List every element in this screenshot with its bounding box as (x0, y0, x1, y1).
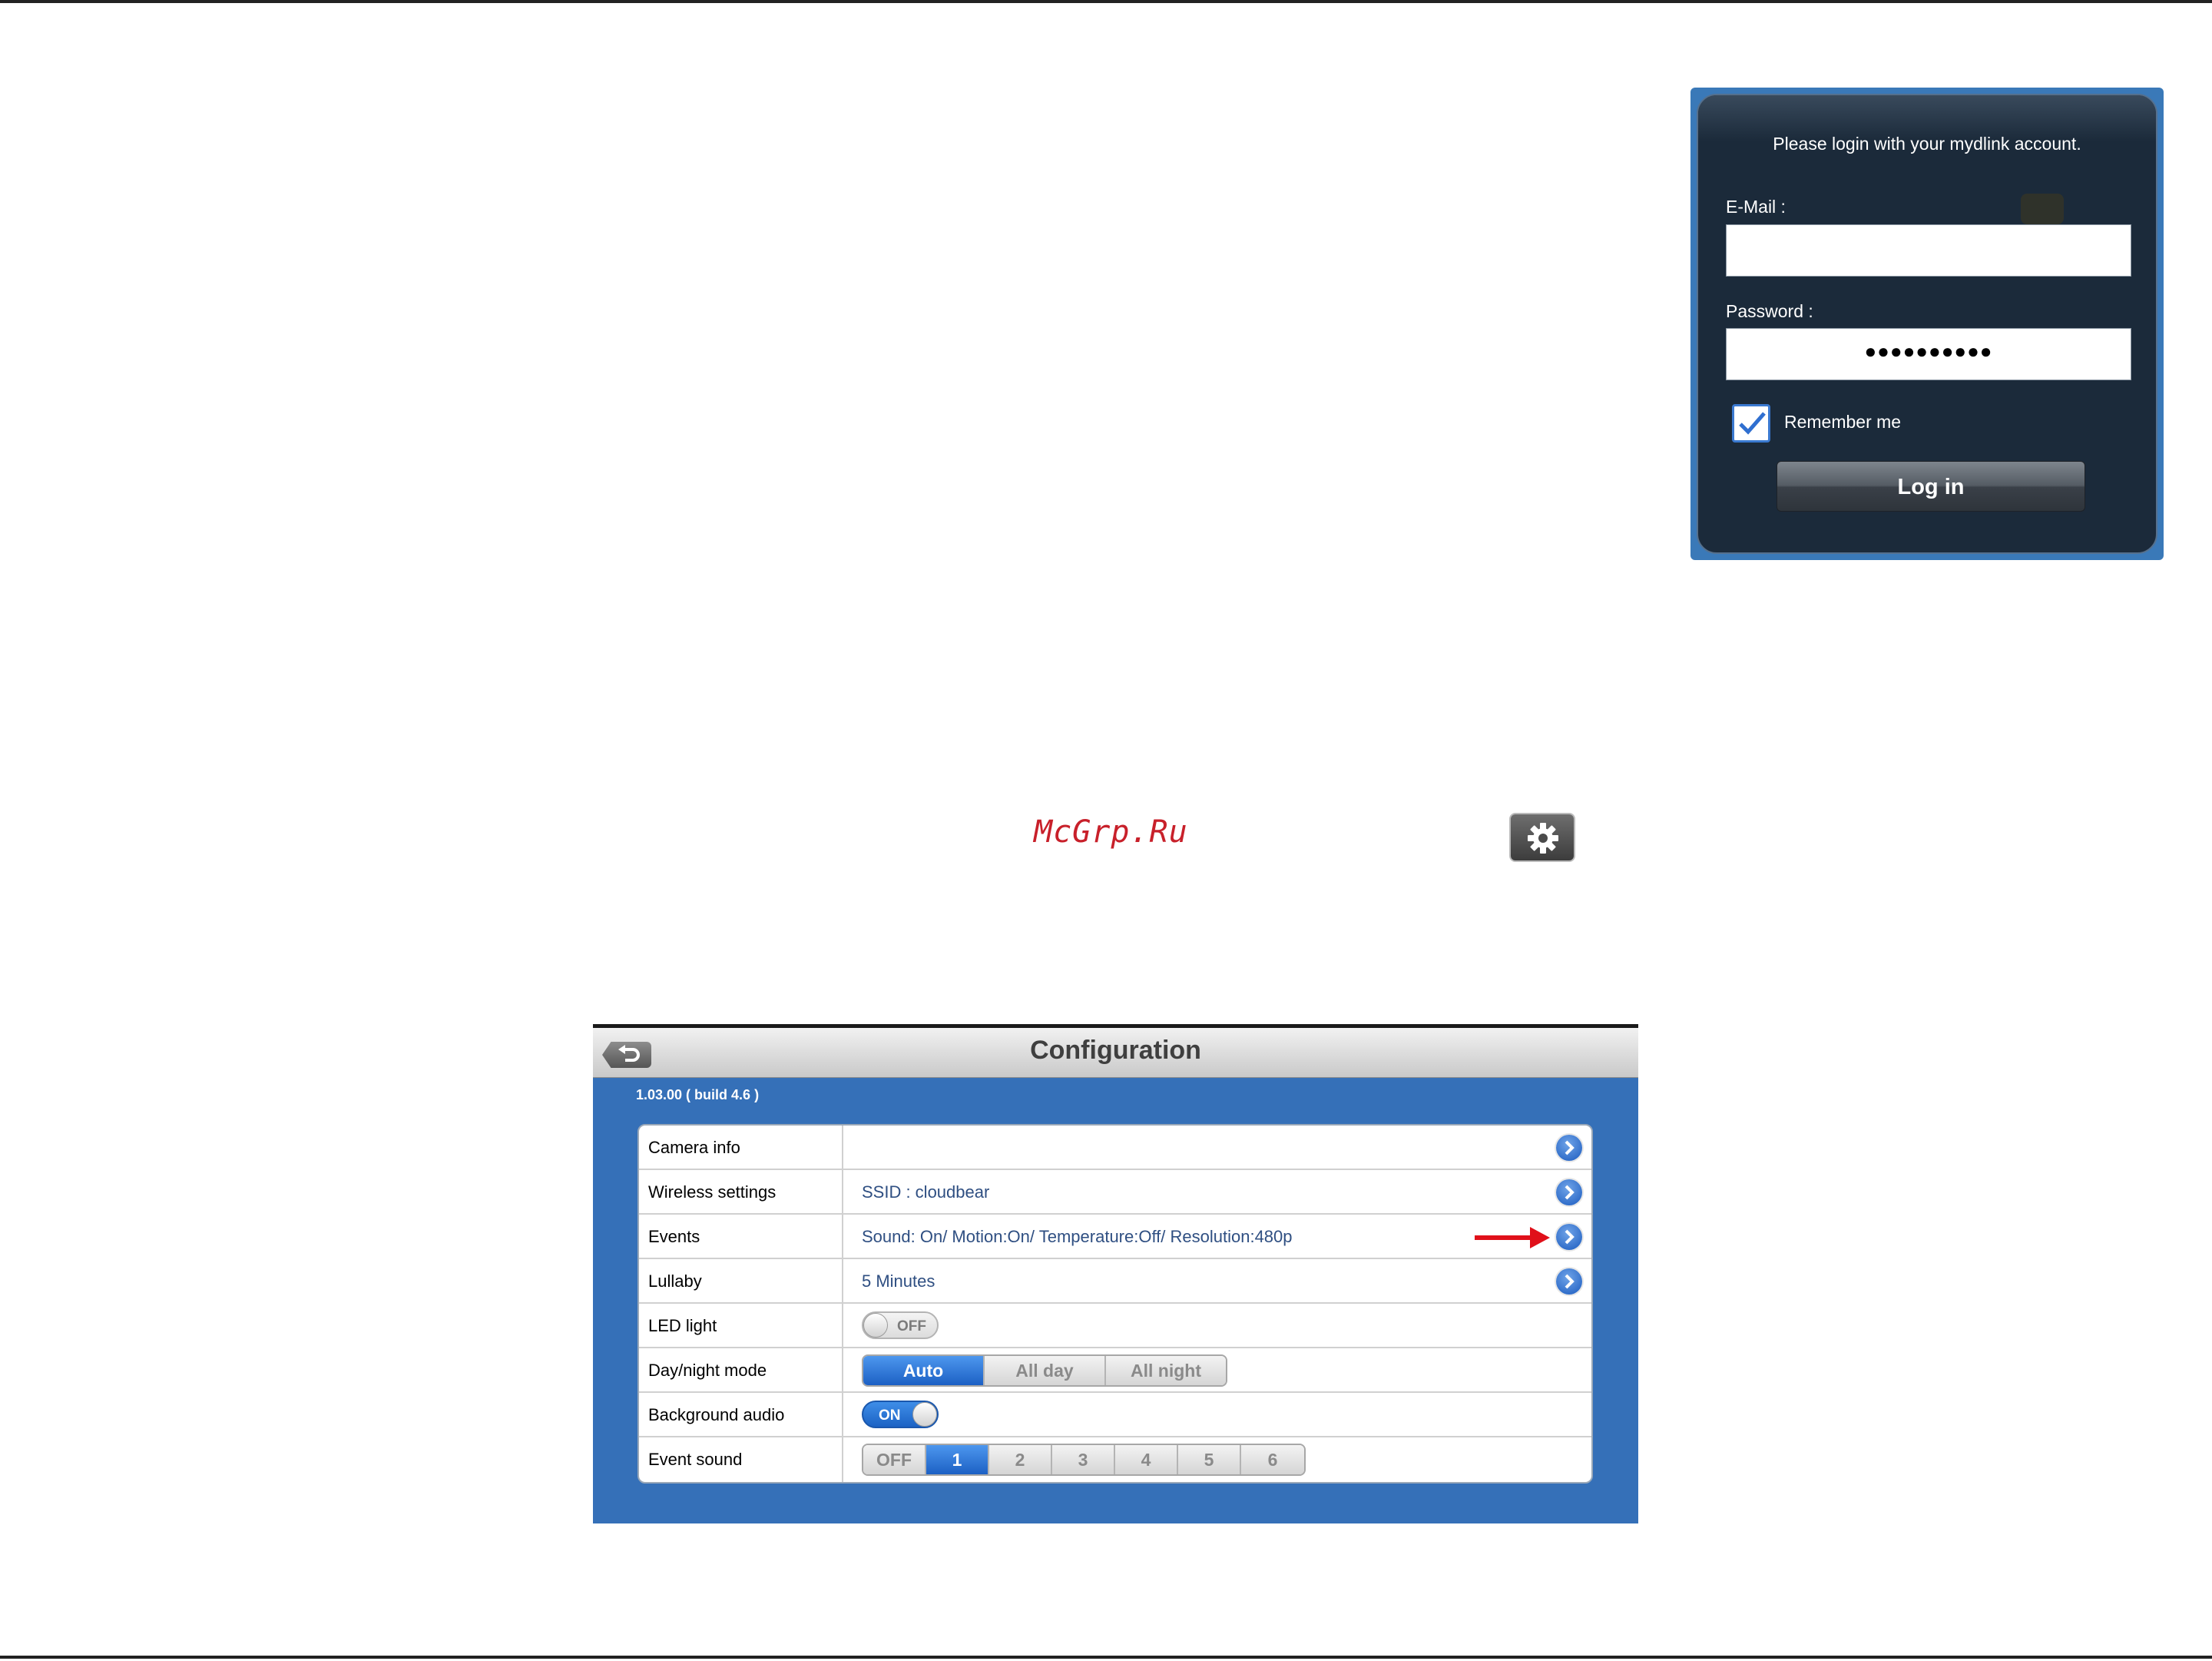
row-label: Wireless settings (648, 1182, 777, 1202)
row-divider (842, 1170, 843, 1213)
chevron-right-icon[interactable] (1556, 1135, 1582, 1161)
login-panel: Please login with your mydlink account. … (1697, 94, 2157, 554)
segment-auto[interactable]: Auto (863, 1356, 985, 1385)
row-divider (842, 1348, 843, 1391)
chevron-right-icon[interactable] (1556, 1224, 1582, 1250)
password-value: ●●●●●●●●●● (1864, 340, 1993, 363)
login-dialog: Please login with your mydlink account. … (1690, 88, 2164, 560)
top-rule (0, 0, 2212, 3)
watermark: McGrp.Ru (1034, 814, 1188, 850)
toggle-knob (863, 1313, 888, 1338)
segment-3[interactable]: 3 (1052, 1445, 1115, 1474)
segment-2[interactable]: 2 (989, 1445, 1052, 1474)
config-header: Configuration (593, 1028, 1638, 1078)
row-label: Event sound (648, 1450, 743, 1469)
password-field[interactable]: ●●●●●●●●●● (1726, 328, 2131, 380)
segment-all-night[interactable]: All night (1106, 1356, 1226, 1385)
row-label: Background audio (648, 1405, 785, 1424)
row-label: Camera info (648, 1138, 740, 1157)
version-label: 1.03.00 ( build 4.6 ) (636, 1087, 760, 1102)
row-day-night-mode: Day/night mode Auto All day All night (639, 1348, 1591, 1393)
settings-table: Camera info Wireless settings SSID : clo… (637, 1124, 1593, 1484)
row-label: Day/night mode (648, 1361, 767, 1380)
row-value: Sound: On/ Motion:On/ Temperature:Off/ R… (862, 1227, 1293, 1246)
email-label: E-Mail : (1726, 197, 1786, 217)
camera-thumbnail-icon (2021, 194, 2064, 224)
row-value: SSID : cloudbear (862, 1182, 990, 1202)
row-background-audio: Background audio ON (639, 1393, 1591, 1437)
bottom-rule (0, 1656, 2212, 1659)
day-night-segmented-control: Auto All day All night (862, 1354, 1227, 1387)
chevron-right-icon[interactable] (1556, 1179, 1582, 1205)
configuration-screen: Configuration 1.03.00 ( build 4.6 ) Came… (593, 1024, 1638, 1523)
background-audio-toggle[interactable]: ON (862, 1401, 939, 1428)
row-label: Events (648, 1227, 700, 1246)
segment-all-day[interactable]: All day (985, 1356, 1106, 1385)
row-divider (842, 1215, 843, 1258)
segment-5[interactable]: 5 (1178, 1445, 1241, 1474)
row-event-sound: Event sound OFF 1 2 3 4 5 6 (639, 1437, 1591, 1482)
settings-button[interactable] (1509, 813, 1575, 862)
row-label: Lullaby (648, 1271, 702, 1291)
row-divider (842, 1259, 843, 1302)
row-value: 5 Minutes (862, 1271, 935, 1291)
row-events[interactable]: Events Sound: On/ Motion:On/ Temperature… (639, 1215, 1591, 1259)
password-label: Password : (1726, 301, 1813, 321)
config-title: Configuration (1030, 1036, 1201, 1065)
row-lullaby[interactable]: Lullaby 5 Minutes (639, 1259, 1591, 1304)
segment-6[interactable]: 6 (1241, 1445, 1304, 1474)
row-divider (842, 1126, 843, 1169)
segment-4[interactable]: 4 (1115, 1445, 1178, 1474)
row-wireless-settings[interactable]: Wireless settings SSID : cloudbear (639, 1170, 1591, 1215)
remember-me-label: Remember me (1784, 412, 1902, 432)
led-light-toggle[interactable]: OFF (862, 1311, 939, 1339)
toggle-state: OFF (897, 1318, 926, 1334)
chevron-right-icon[interactable] (1556, 1268, 1582, 1295)
toggle-state: ON (879, 1407, 901, 1424)
toggle-knob (912, 1402, 937, 1427)
remember-me-checkbox[interactable] (1732, 404, 1770, 443)
row-divider (842, 1304, 843, 1347)
login-button[interactable]: Log in (1777, 461, 2085, 512)
row-label: LED light (648, 1316, 717, 1335)
row-divider (842, 1393, 843, 1436)
segment-off[interactable]: OFF (863, 1445, 926, 1474)
segment-1[interactable]: 1 (926, 1445, 989, 1474)
red-arrow-icon (1475, 1227, 1550, 1248)
gear-icon (1528, 823, 1558, 854)
email-field[interactable] (1726, 224, 2131, 277)
login-message: Please login with your mydlink account. (1773, 134, 2081, 154)
checkmark-icon (1739, 412, 1766, 435)
row-divider (842, 1437, 843, 1482)
row-camera-info[interactable]: Camera info (639, 1126, 1591, 1170)
row-led-light: LED light OFF (639, 1304, 1591, 1348)
event-sound-segmented-control: OFF 1 2 3 4 5 6 (862, 1444, 1306, 1476)
